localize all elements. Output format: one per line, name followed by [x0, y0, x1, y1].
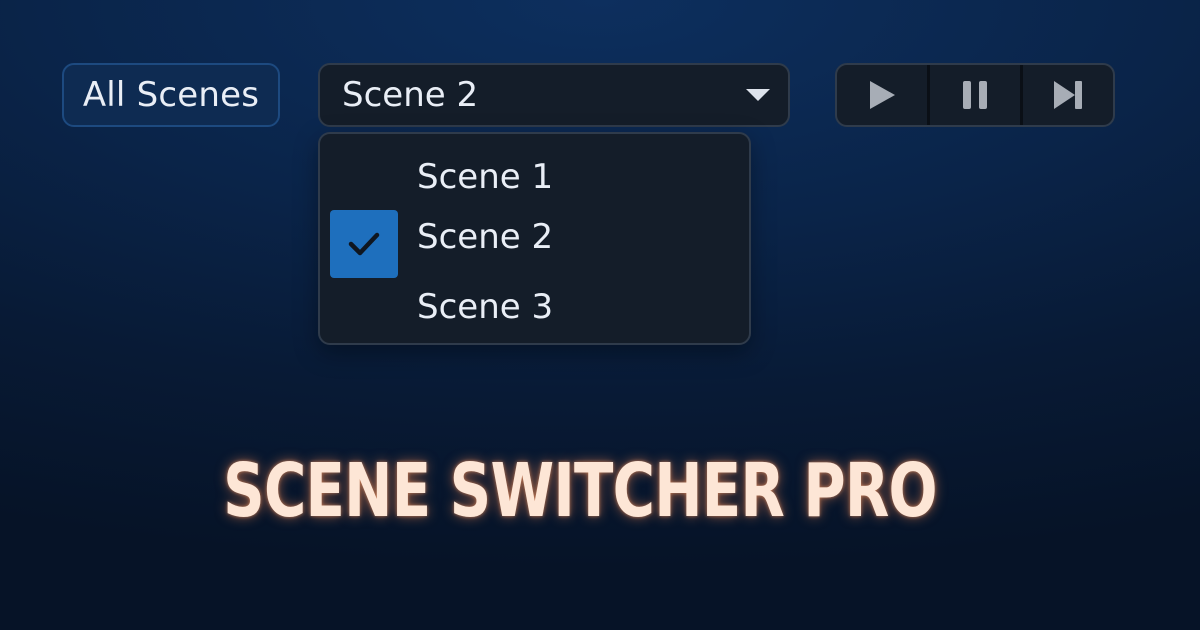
scene-option-label: Scene 1	[417, 157, 554, 197]
scene-option-2[interactable]: Scene 2	[320, 206, 749, 278]
pause-button[interactable]	[930, 65, 1020, 125]
scene-option-1[interactable]: Scene 1	[320, 146, 749, 208]
media-controls	[835, 63, 1115, 127]
pause-icon	[963, 81, 987, 109]
scene-dropdown-menu: Scene 1 Scene 2 Scene 3	[318, 132, 751, 345]
play-icon	[870, 81, 895, 109]
play-button[interactable]	[837, 65, 927, 125]
skip-next-icon	[1054, 81, 1082, 109]
app-title: SCENE SWITCHER PRO	[223, 448, 937, 534]
scene-option-label: Scene 3	[417, 287, 554, 327]
scene-select[interactable]: Scene 2	[318, 63, 790, 127]
all-scenes-button[interactable]: All Scenes	[62, 63, 280, 127]
checkmark-icon	[330, 210, 398, 278]
scene-option-label: Scene 2	[417, 217, 554, 257]
skip-next-button[interactable]	[1023, 65, 1113, 125]
caret-down-icon	[746, 89, 770, 101]
scene-option-3[interactable]: Scene 3	[320, 276, 749, 338]
scene-select-value: Scene 2	[342, 75, 479, 115]
